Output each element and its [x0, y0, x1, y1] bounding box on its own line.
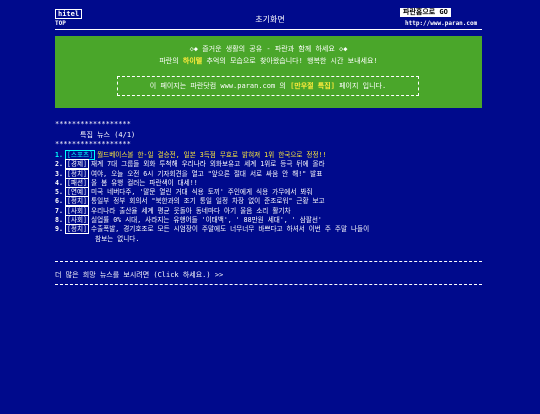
dashed-divider — [55, 261, 482, 262]
news-item[interactable]: 7. [사회] 우리나라 출산율 세계 평균 웃돌아 동네마다 아기 울음 소리 활… — [55, 205, 485, 216]
news-category: [경제] — [64, 159, 90, 170]
welcome-banner: ◇◆ 즐거운 생활의 공유 - 파란과 함께 하세요 ◇◆ 파란의 하이텔 추억… — [55, 36, 482, 108]
notice-text: 이 페이지는 파란닷컴 www.paran.com 의 — [149, 82, 291, 90]
news-item[interactable]: 2. [경제] 재계 7대 그룹들 외화 투척해 우리나라 외화보유고 세계 1위로… — [55, 159, 485, 170]
dashed-divider — [55, 284, 482, 285]
news-item[interactable]: 8. [사회] 실업률 0% 시대, 사라지는 유행어들 '이태백', ' 88만원… — [55, 215, 485, 226]
news-headline[interactable]: 여야, 오늘 오전 6시 기자회견을 열고 "앞으론 절대 서로 싸움 안 해!… — [91, 170, 322, 178]
notice-text: 페이지 입니다. — [334, 82, 387, 90]
news-number: 5. — [55, 188, 63, 197]
news-headline[interactable]: 우리나라 출산율 세계 평균 웃돌아 동네마다 아기 울음 소리 활기차 — [91, 207, 291, 215]
news-headline[interactable]: 재계 7대 그룹들 외화 투척해 우리나라 외화보유고 세계 1위로 등극 뒤에… — [91, 160, 325, 168]
section-title: 특집 뉴스 (4/1) — [80, 131, 136, 139]
top-bar: hitel TOP 초기화면 파란홈으로 GO http://www.paran… — [0, 0, 540, 28]
news-headline[interactable]: 수출폭발, 경기호조로 모든 시엄장이 주말에도 너무너무 바쁘다고 하셔서 이… — [91, 225, 369, 233]
news-number: 1. — [55, 151, 63, 159]
site-url[interactable]: http://www.paran.com — [405, 20, 477, 27]
banner-line-1: ◇◆ 즐거운 생활의 공유 - 파란과 함께 하세요 ◇◆ — [189, 45, 348, 53]
hitel-logo[interactable]: hitel — [55, 9, 83, 19]
hitel-highlight: 하이텔 — [182, 57, 203, 65]
page-title: 초기화면 — [255, 15, 285, 24]
news-number: 7. — [55, 206, 63, 215]
banner-text: 파란의 — [159, 57, 183, 65]
news-number: 2. — [55, 160, 63, 169]
news-number: 8. — [55, 216, 63, 225]
banner-text: 추억의 모습으로 찾아왔습니다! 행복한 시간 보내세요! — [202, 57, 378, 65]
news-number: 9. — [55, 225, 63, 234]
news-number: 3. — [55, 169, 63, 178]
more-news-link[interactable]: 더 많은 희망 뉴스를 보시려면 (Click 하세요.) >> — [55, 270, 223, 280]
april-fools-notice: 이 페이지는 파란닷컴 www.paran.com 의 [만우절 특집] 페이지… — [117, 76, 419, 96]
news-headline[interactable]: 올 봄 유행 컬러는 파란색이 대세!! — [91, 179, 198, 187]
news-item[interactable]: 4. [패션] 올 봄 유행 컬러는 파란색이 대세!! — [55, 177, 485, 188]
news-item-continuation: 참보는 없니다. — [55, 235, 485, 244]
news-item[interactable]: 1. [스포츠] 월드베이스볼 한-일 결승전, 일본 3득점 무효로 밝혀져 1위… — [55, 150, 485, 160]
news-list: 1. [스포츠] 월드베이스볼 한-일 결승전, 일본 3득점 무효로 밝혀져 1위… — [55, 150, 485, 244]
news-headline[interactable]: 미국 네버다주, '말문 열린 거대 식용 토끼' 주인에게 식용 가무에서 봐… — [91, 188, 312, 196]
news-headline[interactable]: 실업률 0% 시대, 사라지는 유행어들 '이태백', ' 88만원 세대', … — [91, 216, 322, 224]
news-category: [정치] — [64, 224, 90, 235]
news-headline[interactable]: 월드베이스볼 한-일 결승전, 일본 3득점 무효로 밝혀져 1위 한국으로 정… — [97, 151, 326, 159]
header-divider — [55, 29, 482, 30]
paran-home-button[interactable]: 파란홈으로 GO — [400, 8, 451, 17]
news-headline-continued: 참보는 없니다. — [95, 234, 140, 243]
news-category: [정치] — [64, 196, 90, 207]
banner-line-2: 파란의 하이텔 추억의 모습으로 찾아왔습니다! 행복한 시간 보내세요! — [55, 56, 482, 66]
star-divider: ****************** — [55, 120, 131, 128]
star-divider: ****************** — [55, 140, 131, 148]
news-item[interactable]: 9. [정치] 수출폭발, 경기호조로 모든 시엄장이 주말에도 너무너무 바쁘다고… — [55, 224, 485, 235]
news-number: 4. — [55, 178, 63, 187]
news-headline[interactable]: 통일부 정부 회의서 "북한과의 조기 통일 일정 차장 없이 준조로워" 근황… — [91, 197, 325, 205]
top-link[interactable]: TOP — [55, 20, 66, 27]
news-item[interactable]: 3. [정치] 여야, 오늘 오전 6시 기자회견을 열고 "앞으론 절대 서로 싸… — [55, 168, 485, 179]
news-item[interactable]: 6. [정치] 통일부 정부 회의서 "북한과의 조기 통일 일정 차장 없이 준조… — [55, 196, 485, 207]
notice-highlight: [만우절 특집] — [290, 82, 335, 90]
news-number: 6. — [55, 197, 63, 206]
